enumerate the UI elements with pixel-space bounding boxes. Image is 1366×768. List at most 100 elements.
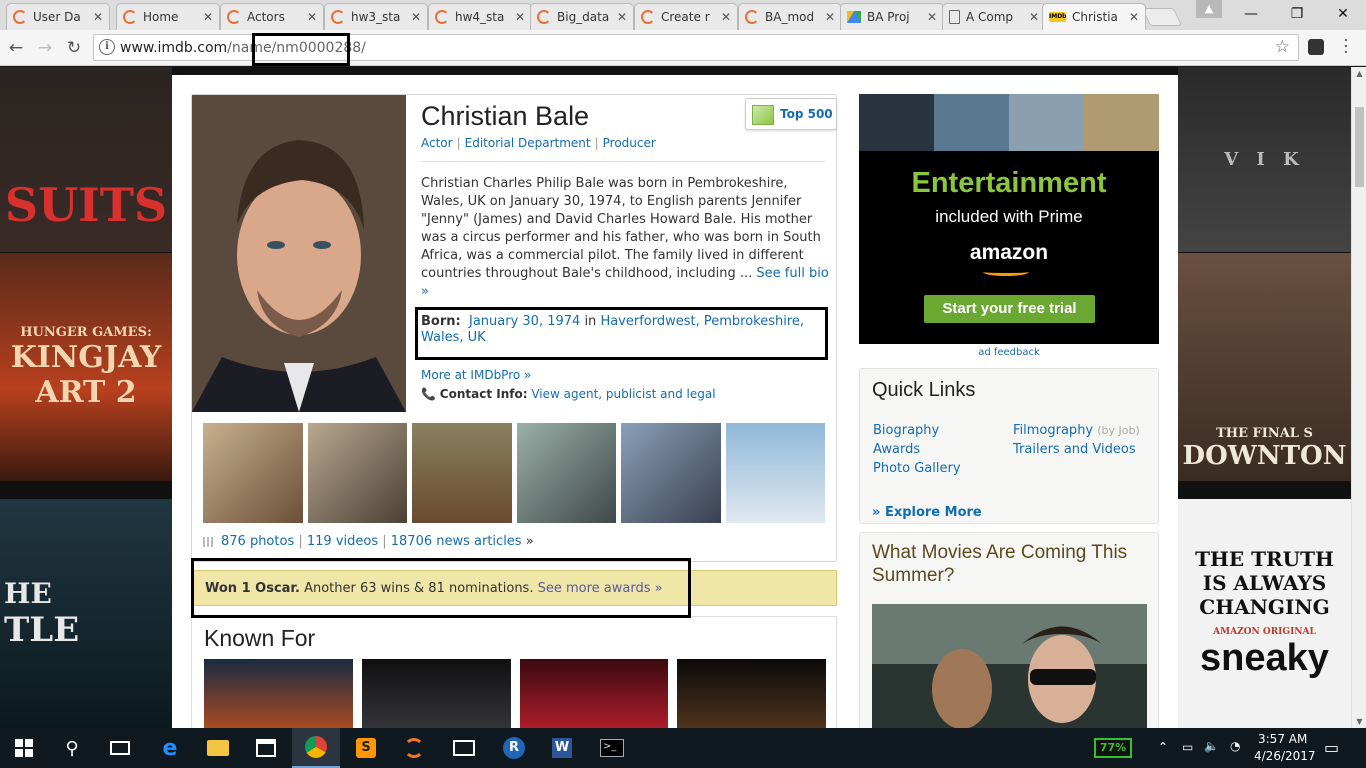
tab-big-data[interactable]: Big_data ✕ (530, 3, 634, 30)
coming-title[interactable]: What Movies Are Coming This Summer? (872, 541, 1152, 587)
start-button[interactable] (0, 728, 48, 768)
page-title: Christian Bale (421, 101, 590, 131)
clock-time[interactable]: 3:57 AM (1258, 732, 1307, 746)
back-icon[interactable]: ← (4, 36, 28, 60)
restore-icon[interactable]: ❐ (1274, 0, 1320, 30)
chevron-up-icon[interactable]: ⌃ (1158, 740, 1168, 754)
photo-thumbnail[interactable] (516, 423, 616, 523)
battery-indicator[interactable]: 77% (1094, 738, 1132, 758)
reload-icon[interactable]: ↻ (62, 36, 86, 60)
amazon-prime-ad[interactable]: Entertainment included with Prime amazon… (859, 94, 1159, 344)
edge-icon[interactable]: e (146, 728, 194, 768)
awards-highlight-box (191, 558, 691, 618)
biography-link[interactable]: Biography (873, 421, 961, 440)
jupyter-icon[interactable] (390, 728, 438, 768)
born-highlight-box (415, 307, 828, 360)
coming-image[interactable] (872, 604, 1147, 728)
tab-ba-proj[interactable]: BA Proj ✕ (840, 3, 944, 30)
top500-badge[interactable]: Top 500 (745, 98, 837, 130)
scroll-up-icon[interactable]: ▲ (1352, 69, 1366, 78)
close-icon[interactable]: ✕ (93, 10, 103, 24)
photo-thumbnail[interactable] (307, 423, 407, 523)
photo-thumbnail[interactable] (621, 423, 721, 523)
tab-actors[interactable]: Actors ✕ (220, 3, 324, 30)
close-window-icon[interactable]: ✕ (1320, 0, 1366, 30)
close-icon[interactable]: ✕ (927, 10, 937, 24)
job-actor-link[interactable]: Actor (421, 136, 453, 150)
menu-icon[interactable]: · · · (1340, 33, 1352, 62)
free-trial-button[interactable]: Start your free trial (924, 295, 1095, 323)
page-viewport: SUITS HUNGER GAMES: KINGJAY ART 2 HE TLE… (0, 67, 1351, 728)
close-icon[interactable]: ✕ (411, 10, 421, 24)
clock-date[interactable]: 4/26/2017 (1254, 749, 1316, 763)
movie-poster[interactable] (519, 659, 669, 728)
close-icon[interactable]: ✕ (203, 10, 213, 24)
tab-create[interactable]: Create r ✕ (634, 3, 738, 30)
new-tab-button[interactable] (1141, 8, 1183, 26)
info-icon[interactable]: i (99, 39, 115, 55)
cmd-icon[interactable]: >_ (588, 728, 636, 768)
extension-icon[interactable] (1308, 39, 1324, 55)
r-icon[interactable]: R (490, 728, 538, 768)
word-icon[interactable]: W (538, 728, 586, 768)
photo-thumbnail[interactable] (203, 423, 303, 523)
coming-this-summer: What Movies Are Coming This Summer? (859, 532, 1159, 728)
tab-home[interactable]: Home ✕ (116, 3, 220, 30)
sublime-icon[interactable]: S (342, 728, 390, 768)
search-icon[interactable]: ⚲ (48, 728, 96, 768)
explore-more-link[interactable]: » Explore More (872, 505, 982, 520)
photo-gallery-link[interactable]: Photo Gallery (873, 459, 961, 478)
trailers-link[interactable]: Trailers and Videos (1013, 440, 1140, 459)
tab-christian-bale[interactable]: IMDb Christia ✕ (1042, 3, 1146, 30)
wifi-icon[interactable]: ◔ (1230, 739, 1240, 753)
movie-poster[interactable] (361, 659, 511, 728)
task-view-icon[interactable] (96, 728, 144, 768)
tab-ba-mod[interactable]: BA_mod ✕ (738, 3, 842, 30)
suits-artwork: SUITS (0, 67, 172, 252)
close-icon[interactable]: ✕ (825, 10, 835, 24)
minimize-icon[interactable]: — (1228, 0, 1274, 30)
battery-icon[interactable]: ▭ (1182, 740, 1193, 754)
photo-thumbnail[interactable] (412, 423, 512, 523)
bookmark-star-icon[interactable]: ☆ (1275, 37, 1290, 57)
vertical-scrollbar[interactable]: ▲ ▼ (1351, 67, 1366, 728)
known-for-section: Known For (191, 616, 837, 728)
file-explorer-icon[interactable] (194, 728, 242, 768)
background-right: V I K THE FINAL S DOWNTON THE TRUTH IS A… (1178, 67, 1351, 728)
close-icon[interactable]: ✕ (617, 10, 627, 24)
close-icon[interactable]: ✕ (307, 10, 317, 24)
profile-icon[interactable]: ▲ (1196, 0, 1222, 18)
job-categories: Actor | Editorial Department | Producer (421, 136, 656, 150)
forward-icon[interactable]: → (33, 36, 57, 60)
store-icon[interactable] (242, 728, 290, 768)
photos-link[interactable]: 876 photos (221, 534, 294, 549)
tab-user-data[interactable]: User Da ✕ (6, 3, 110, 30)
filmography-link[interactable]: Filmography (1013, 423, 1093, 438)
tab-hw4[interactable]: hw4_sta ✕ (428, 3, 532, 30)
notification-icon[interactable]: ▭ (1324, 738, 1339, 757)
chrome-icon[interactable] (292, 728, 340, 768)
imdbpro-link[interactable]: More at IMDbPro » (421, 368, 531, 382)
volume-icon[interactable]: 🔈 (1204, 739, 1219, 753)
close-icon[interactable]: ✕ (1129, 10, 1139, 24)
tab-hw3[interactable]: hw3_sta ✕ (324, 3, 428, 30)
scroll-thumb[interactable] (1355, 107, 1364, 187)
close-icon[interactable]: ✕ (515, 10, 525, 24)
contact-link[interactable]: View agent, publicist and legal (531, 387, 715, 401)
awards-link[interactable]: Awards (873, 440, 961, 459)
movie-poster[interactable] (204, 659, 353, 728)
job-editorial-link[interactable]: Editorial Department (465, 136, 591, 150)
main-content: Christian Bale Actor | Editorial Departmen… (172, 75, 1178, 728)
close-icon[interactable]: ✕ (1029, 10, 1039, 24)
headshot-image[interactable] (192, 95, 406, 412)
photos-icon[interactable] (440, 728, 488, 768)
movie-poster[interactable] (677, 659, 826, 728)
tab-a-comp[interactable]: A Comp ✕ (942, 3, 1046, 30)
news-link[interactable]: 18706 news articles (391, 534, 522, 549)
job-producer-link[interactable]: Producer (603, 136, 656, 150)
close-icon[interactable]: ✕ (721, 10, 731, 24)
photo-thumbnail[interactable] (725, 423, 825, 523)
videos-link[interactable]: 119 videos (307, 534, 378, 549)
scroll-down-icon[interactable]: ▼ (1352, 717, 1366, 726)
ad-feedback-link[interactable]: ad feedback (859, 347, 1159, 358)
